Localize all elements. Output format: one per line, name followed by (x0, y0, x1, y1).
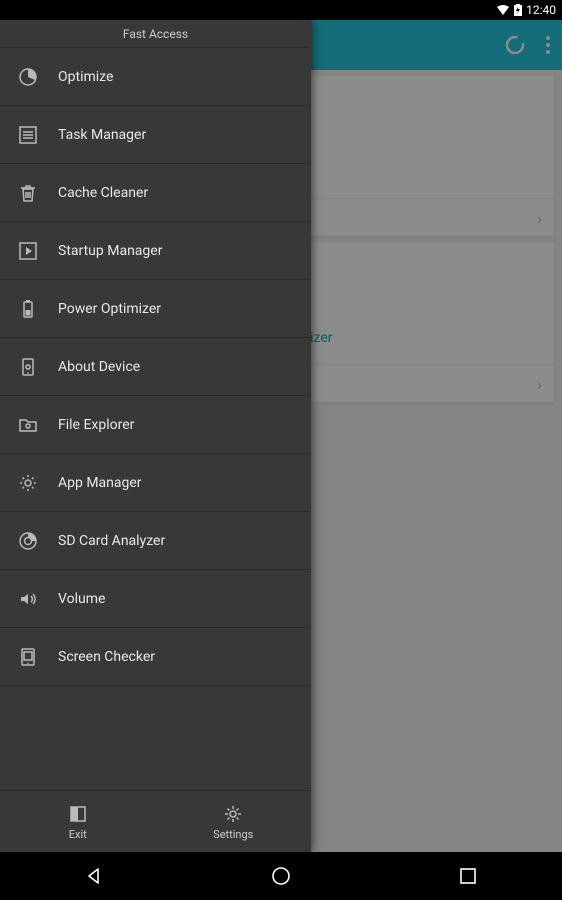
drawer-list: Optimize Task Manager Cache Cleaner Startup… (0, 48, 311, 790)
navigation-drawer: Fast Access Optimize Task Manager Cache Cl… (0, 20, 311, 852)
drawer-item-label: Screen Checker (58, 649, 155, 665)
drawer-item-screen-checker[interactable]: Screen Checker (0, 628, 311, 686)
drawer-footer: Exit Settings (0, 790, 311, 852)
drawer-item-power-optimizer[interactable]: Power Optimizer (0, 280, 311, 338)
drawer-item-optimize[interactable]: Optimize (0, 48, 311, 106)
status-time: 12:40 (526, 3, 556, 17)
drawer-item-label: Cache Cleaner (58, 185, 148, 201)
refresh-icon[interactable] (504, 34, 526, 56)
exit-icon (67, 803, 89, 825)
nav-home-button[interactable] (241, 856, 321, 896)
drawer-item-task-manager[interactable]: Task Manager (0, 106, 311, 164)
nav-recent-button[interactable] (428, 856, 508, 896)
drawer-item-label: SD Card Analyzer (58, 533, 165, 549)
drawer-item-sd-card-analyzer[interactable]: SD Card Analyzer (0, 512, 311, 570)
screen-icon (18, 647, 38, 667)
overflow-menu-icon[interactable] (546, 36, 550, 54)
exit-label: Exit (69, 828, 87, 841)
drawer-item-label: Volume (58, 591, 105, 607)
play-icon (18, 241, 38, 261)
trash-icon (18, 183, 38, 203)
drawer-item-label: Optimize (58, 69, 113, 85)
drawer-item-volume[interactable]: Volume (0, 570, 311, 628)
volume-icon (18, 589, 38, 609)
drawer-item-startup-manager[interactable]: Startup Manager (0, 222, 311, 280)
phone-info-icon (18, 357, 38, 377)
settings-label: Settings (213, 828, 253, 841)
wifi-icon (496, 4, 510, 16)
drawer-title: Fast Access (0, 20, 311, 48)
drawer-item-app-manager[interactable]: App Manager (0, 454, 311, 512)
system-nav-bar (0, 852, 562, 900)
drawer-item-label: Power Optimizer (58, 301, 161, 317)
drawer-item-label: App Manager (58, 475, 142, 491)
folder-icon (18, 415, 38, 435)
list-icon (18, 125, 38, 145)
pie-icon (18, 67, 38, 87)
drawer-item-label: About Device (58, 359, 140, 375)
nav-back-button[interactable] (54, 856, 134, 896)
exit-button[interactable]: Exit (0, 791, 156, 852)
drawer-item-file-explorer[interactable]: File Explorer (0, 396, 311, 454)
drawer-item-label: Task Manager (58, 127, 146, 143)
battery-icon (18, 299, 38, 319)
drawer-item-about-device[interactable]: About Device (0, 338, 311, 396)
settings-gear-icon (222, 803, 244, 825)
status-bar: 12:40 (0, 0, 562, 20)
settings-button[interactable]: Settings (156, 791, 312, 852)
donut-icon (18, 531, 38, 551)
gear-icon (18, 473, 38, 493)
drawer-item-label: Startup Manager (58, 243, 162, 259)
drawer-item-cache-cleaner[interactable]: Cache Cleaner (0, 164, 311, 222)
battery-charging-icon (514, 4, 522, 16)
drawer-item-label: File Explorer (58, 417, 134, 433)
